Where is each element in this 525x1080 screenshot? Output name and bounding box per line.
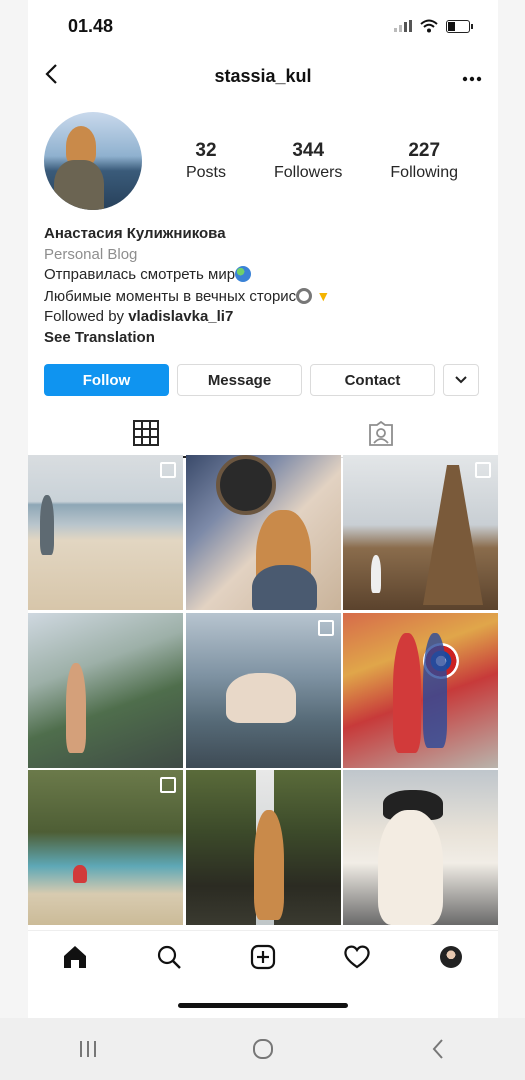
bio-line-1-text: Отправилась смотреть мир [44, 266, 236, 283]
stat-following[interactable]: 227 Following [390, 140, 458, 182]
posts-grid [28, 455, 498, 925]
stat-following-label: Following [390, 164, 458, 181]
chevron-down-icon [455, 376, 467, 384]
status-icons [394, 19, 473, 33]
tab-grid[interactable] [28, 410, 263, 458]
stat-following-value: 227 [408, 140, 441, 161]
back-arrow-icon[interactable] [44, 62, 74, 90]
post-thumbnail[interactable] [343, 770, 498, 925]
home-circle-icon[interactable] [238, 1029, 288, 1069]
follow-button[interactable]: Follow [44, 364, 169, 396]
stat-followers-value: 344 [292, 140, 325, 161]
see-translation-link[interactable]: See Translation [44, 328, 482, 349]
message-button[interactable]: Message [177, 364, 302, 396]
tab-tagged[interactable] [263, 410, 498, 458]
multiple-photos-icon [160, 462, 176, 478]
avatar[interactable] [44, 112, 142, 210]
profile-stats: 32 Posts 344 Followers 227 Following [142, 140, 482, 182]
instagram-profile-screen: 01.48 stassia_kul 32 Posts 344 Followers… [28, 0, 498, 1018]
stat-posts-value: 32 [195, 140, 217, 161]
profile-bio: Анастасия Кулижникова Personal Blog Отпр… [28, 216, 498, 348]
search-icon[interactable] [149, 937, 189, 977]
post-thumbnail[interactable] [185, 455, 341, 610]
battery-icon [446, 19, 473, 33]
post-thumbnail[interactable] [28, 455, 183, 610]
post-thumbnail[interactable] [343, 612, 498, 768]
multiple-photos-icon [475, 462, 491, 478]
stat-posts[interactable]: 32 Posts [186, 140, 226, 182]
bio-line-2-text: Любимые моменты в вечных сторис [44, 287, 297, 305]
profile-full-name: Анастасия Кулижникова [44, 225, 226, 242]
multiple-photos-icon [160, 777, 176, 793]
stat-posts-label: Posts [185, 164, 226, 181]
followed-by-user-link[interactable]: vladislavka_li7 [128, 308, 233, 325]
home-indicator [178, 1003, 348, 1008]
post-thumbnail[interactable] [185, 612, 341, 768]
back-icon[interactable] [413, 1029, 463, 1069]
profile-icon[interactable] [431, 937, 471, 977]
add-icon[interactable] [243, 937, 283, 977]
home-icon[interactable] [55, 937, 95, 977]
profile-summary: 32 Posts 344 Followers 227 Following [28, 100, 498, 216]
profile-tabs [28, 410, 498, 458]
followed-by: Followed by vladislavka_li7 [44, 307, 482, 328]
tagged-person-icon [368, 420, 393, 446]
profile-category: Personal Blog [44, 245, 138, 263]
bio-line-2: Любимые моменты в вечных сторис ▼ [44, 286, 482, 308]
pointing-down-icon: ▼ [316, 287, 331, 304]
system-navigation-bar [0, 1018, 525, 1080]
more-dots-icon[interactable] [452, 65, 482, 88]
ring-icon [296, 287, 313, 304]
followed-by-prefix: Followed by [44, 308, 129, 325]
profile-header: stassia_kul [28, 52, 498, 100]
profile-username: stassia_kul [214, 65, 312, 86]
status-time: 01.48 [68, 15, 114, 36]
recents-icon[interactable] [63, 1029, 113, 1069]
post-thumbnail[interactable] [185, 770, 341, 925]
post-thumbnail[interactable] [28, 770, 183, 925]
globe-icon [235, 266, 252, 282]
multiple-photos-icon [317, 619, 334, 636]
post-thumbnail[interactable] [28, 612, 183, 768]
bio-line-1: Отправилась смотреть мир [44, 265, 482, 286]
suggested-dropdown-button[interactable] [443, 364, 479, 396]
heart-icon[interactable] [337, 937, 377, 977]
bottom-navigation [28, 930, 498, 983]
post-thumbnail[interactable] [343, 455, 498, 610]
stat-followers[interactable]: 344 Followers [274, 140, 342, 182]
stat-followers-label: Followers [273, 164, 343, 181]
profile-actions: Follow Message Contact [28, 348, 498, 396]
signal-icon [394, 20, 412, 32]
grid-icon [132, 420, 159, 446]
wifi-icon [420, 19, 438, 33]
status-bar: 01.48 [28, 0, 498, 52]
contact-button[interactable]: Contact [310, 364, 435, 396]
